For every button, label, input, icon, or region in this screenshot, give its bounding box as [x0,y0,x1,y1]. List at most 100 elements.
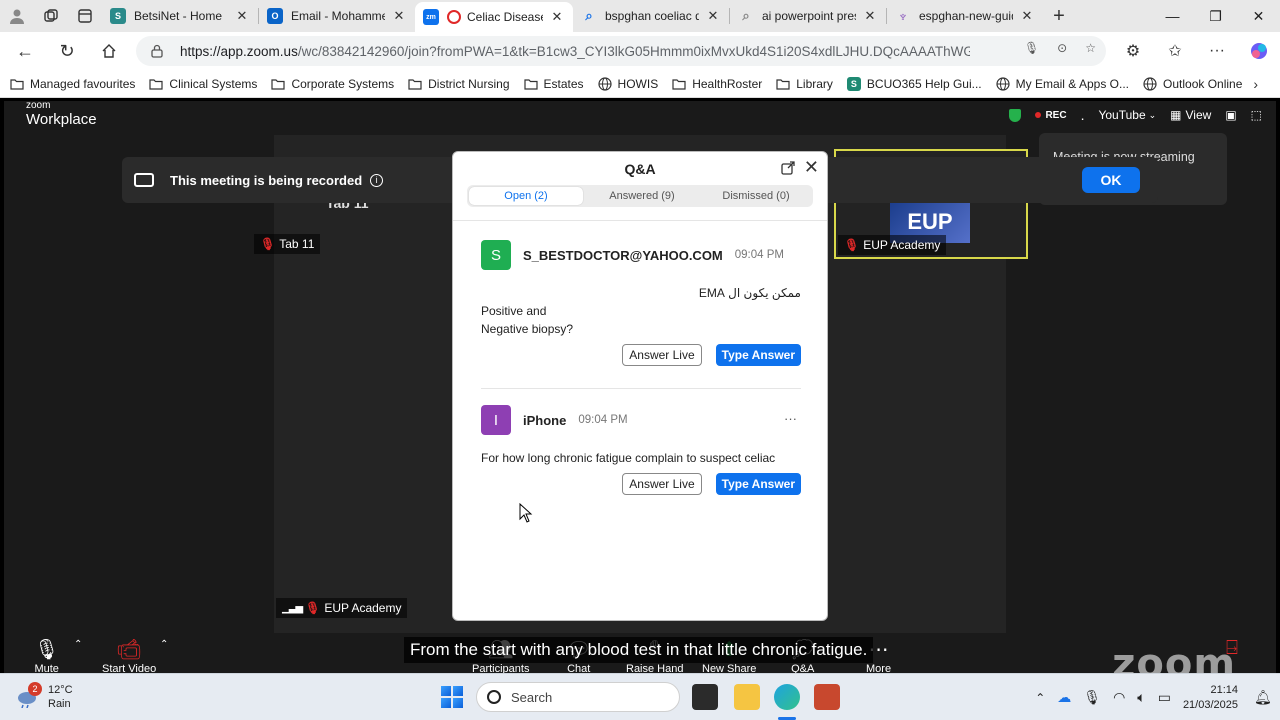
avatar: I [481,405,511,435]
tab-bspghan[interactable]: ⌕ bspghan coeliac dis ✕ [573,0,729,32]
battery-icon[interactable]: ▭ [1158,689,1171,706]
type-answer-button[interactable]: Type Answer [715,473,801,495]
favorite-star-icon[interactable]: ☆ [1085,41,1096,55]
mute-button[interactable]: 🎙︎ Mute [34,637,59,673]
info-icon[interactable]: i [370,173,384,187]
answer-live-button[interactable]: Answer Live [622,473,702,495]
recording-indicator[interactable]: REC [1035,110,1067,121]
audio-options-chevron-icon[interactable]: ⌃ [74,639,82,650]
tab-betsinet[interactable]: S BetsiNet - Home ✕ [102,0,258,32]
microphone-icon[interactable]: 🎙︎ [1083,689,1101,706]
weather-widget[interactable]: 2 12°C Rain [16,682,73,711]
search-icon [487,690,501,704]
onedrive-cloud-icon[interactable]: ☁ [1057,689,1071,706]
bookmark-healthroster[interactable]: HealthRoster [672,77,762,91]
bookmark-howis[interactable]: HOWIS [597,77,658,91]
close-icon[interactable]: ✕ [804,157,819,178]
more-options-icon[interactable]: ··· [784,411,797,426]
video-recording-icon [134,173,154,187]
tab-espghan[interactable]: ♆ espghan-new-guide ✕ [887,0,1043,32]
chevron-up-icon[interactable]: ⌃ [1035,691,1045,705]
extensions-icon[interactable]: ⚙︎ [1112,41,1154,61]
answer-live-button[interactable]: Answer Live [622,344,702,366]
youtube-stream-menu[interactable]: YouTube ⌄ [1098,108,1156,122]
start-button-icon[interactable] [441,686,463,708]
question-text: For how long chronic fatigue complain to… [481,451,776,465]
chevron-right-icon[interactable]: › [1253,76,1258,92]
microphone-icon[interactable]: 🎙︎ [1024,41,1039,55]
browser-toolbar: ← ↻ https://app.zoom.us/wc/83842142960/j… [0,32,1280,70]
notification-badge: 2 [28,682,42,696]
tab-ai-powerpoint[interactable]: ⌕ ai powerpoint prese ✕ [730,0,886,32]
chevron-down-icon: ⌄ [1148,109,1157,120]
zoom-top-bar: zoom Workplace REC . YouTube ⌄ ▦ View ▣ ⬚ [4,101,1276,135]
view-menu[interactable]: ▦ View [1170,108,1211,122]
tab-celiac-disease[interactable]: zm Celiac Disease ✕ [415,2,573,32]
task-view-icon[interactable] [692,684,718,710]
record-dot-icon [1035,112,1042,118]
pop-out-icon[interactable] [781,161,795,175]
restore-icon[interactable]: ❐ [1194,0,1237,32]
bookmark-corporate-systems[interactable]: Corporate Systems [271,77,394,91]
refresh-icon[interactable]: ↻ [46,32,88,70]
volume-icon[interactable]: 🔈︎ [1137,689,1145,706]
signal-bars-icon: ▁▃▅ [282,602,303,614]
question-item: I iPhone 09:04 PM ··· For how long chron… [481,405,801,505]
qa-title: Q&A [624,161,656,177]
avatar: S [481,240,511,270]
bookmark-my-email-apps[interactable]: My Email & Apps O... [996,77,1129,91]
ok-button[interactable]: OK [1082,167,1140,193]
bookmark-bcuo365[interactable]: S BCUO365 Help Gui... [846,76,982,91]
mic-muted-icon: 🎙︎ [260,237,276,251]
close-icon[interactable]: ✕ [862,8,878,24]
wifi-icon[interactable]: ◠ [1113,689,1125,706]
powerpoint-icon[interactable] [814,684,840,710]
clock[interactable]: 21:14 21/03/2025 [1183,683,1238,713]
minimize-icon[interactable]: — [1151,0,1194,32]
video-options-chevron-icon[interactable]: ⌃ [160,639,168,650]
workspaces-icon[interactable] [34,0,68,32]
close-icon[interactable]: ✕ [705,8,721,24]
settings-more-icon[interactable]: ··· [1196,42,1238,60]
more-options-icon[interactable]: ⊙ [1057,41,1067,55]
folder-icon [10,78,24,90]
tab-actions-icon[interactable] [68,0,102,32]
bookmark-clinical-systems[interactable]: Clinical Systems [149,77,257,91]
start-video-button[interactable]: 📹︎ Start Video [102,637,156,673]
bookmark-managed-favourites[interactable]: Managed favourites [10,77,135,91]
encryption-shield-icon[interactable] [1009,108,1022,122]
folder-icon [672,78,686,90]
back-icon[interactable]: ← [4,32,46,70]
leave-icon[interactable]: ⍈ [1226,637,1238,661]
close-icon[interactable]: ✕ [1019,8,1035,24]
file-explorer-icon[interactable] [734,684,760,710]
lock-icon[interactable] [150,44,164,58]
folder-icon [523,78,538,90]
close-window-icon[interactable]: ✕ [1237,0,1280,32]
zoom-watermark: zoom [1112,641,1236,673]
bookmark-district-nursing[interactable]: District Nursing [408,77,510,91]
bookmark-estates[interactable]: Estates [523,77,584,91]
fullscreen-icon[interactable]: ⬚ [1251,108,1262,122]
taskbar-search[interactable]: Search [476,682,680,712]
tab-open[interactable]: Open (2) [469,187,583,205]
betsinet-icon: S [110,8,126,24]
picture-in-picture-icon[interactable]: ▣ [1225,108,1236,122]
tab-answered[interactable]: Answered (9) [585,185,699,207]
tab-email[interactable]: O Email - Mohammed ✕ [259,0,415,32]
new-tab-icon[interactable]: + [1043,0,1075,32]
copilot-icon[interactable] [1238,41,1280,61]
edge-browser-icon[interactable] [774,684,800,710]
type-answer-button[interactable]: Type Answer [715,344,801,366]
close-icon[interactable]: ✕ [391,8,407,24]
profile-icon[interactable] [0,0,34,32]
address-bar[interactable]: https://app.zoom.us/wc/83842142960/join?… [136,36,1106,66]
close-icon[interactable]: ✕ [234,8,250,24]
close-icon[interactable]: ✕ [549,9,565,25]
tab-dismissed[interactable]: Dismissed (0) [699,185,813,207]
bookmark-outlook-online[interactable]: Outlook Online [1143,77,1242,91]
home-icon[interactable] [88,32,130,70]
bookmark-library[interactable]: Library [776,77,833,91]
notification-bell-icon[interactable]: 🔔︎ [1254,689,1272,706]
favorites-icon[interactable]: ✩ [1154,41,1196,61]
